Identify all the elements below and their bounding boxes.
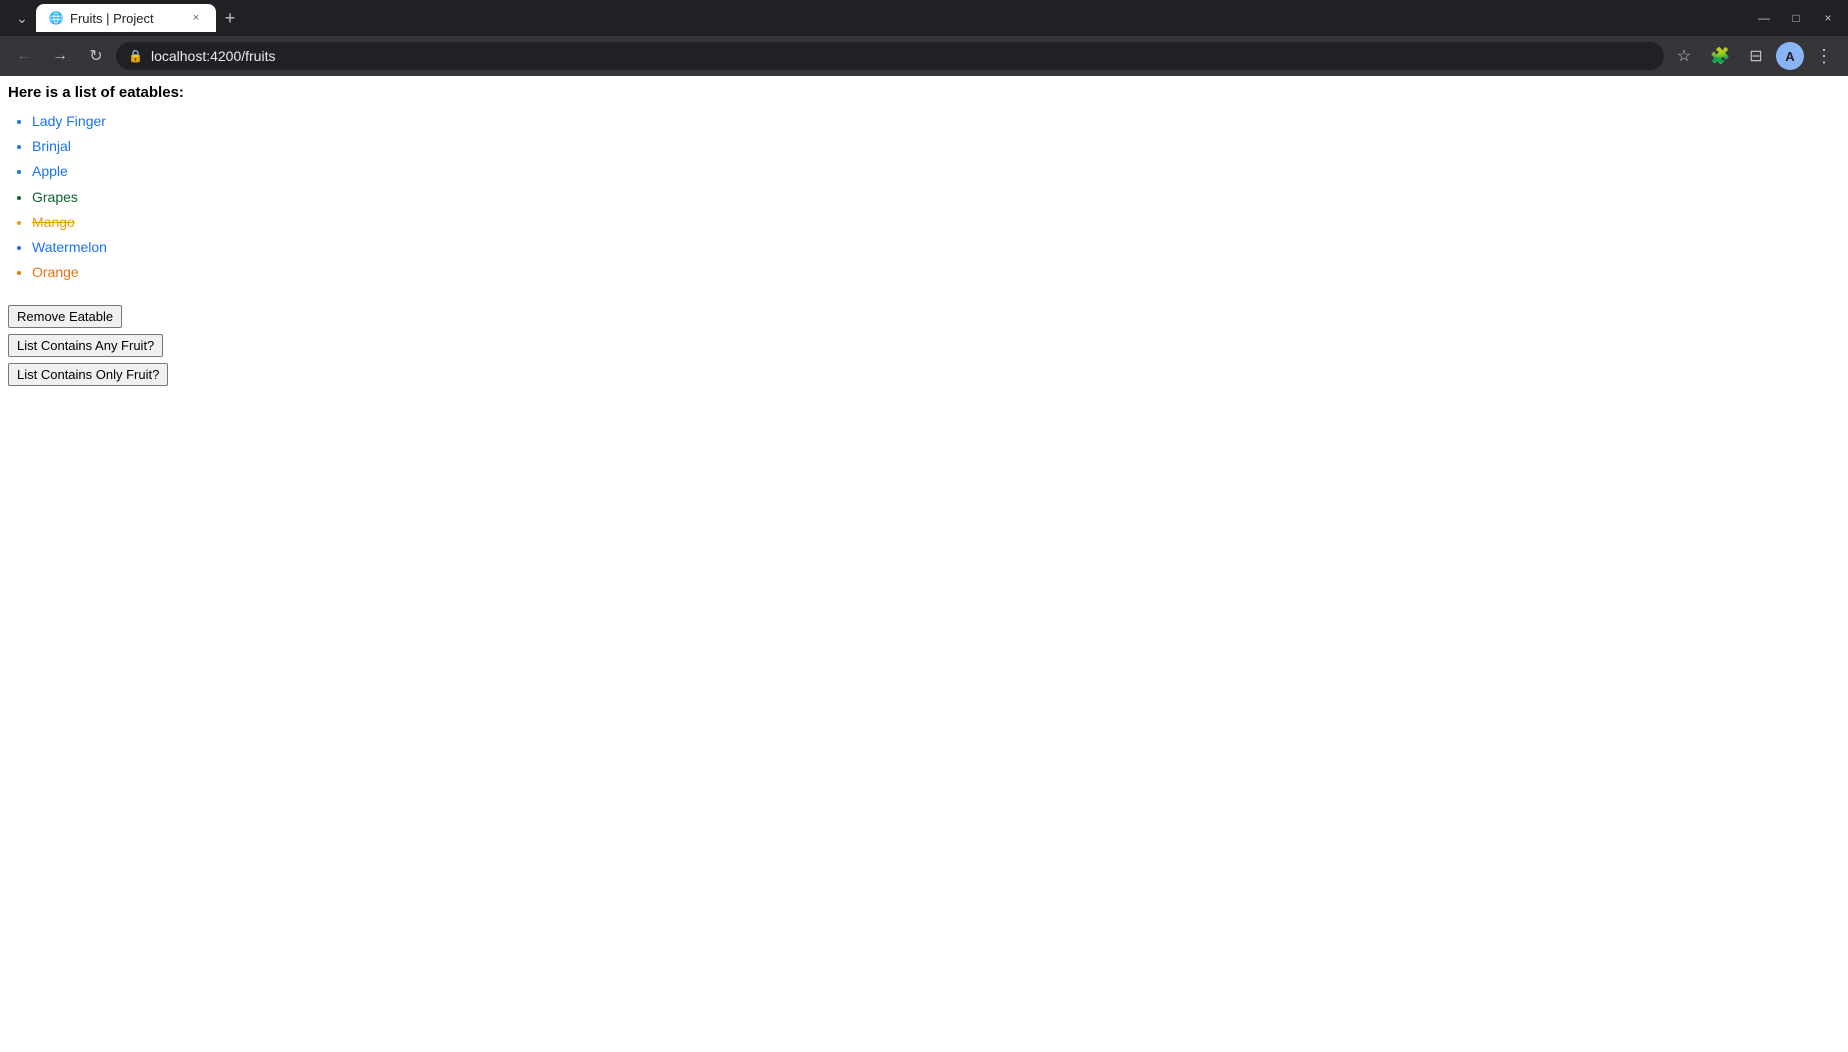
tab-bar-tabs: 🌐 Fruits | Project × + <box>36 4 1744 32</box>
button-section: Remove Eatable List Contains Any Fruit? … <box>8 305 1840 386</box>
extensions-button[interactable]: 🧩 <box>1704 40 1736 72</box>
sidebar-button[interactable]: ⊟ <box>1740 40 1772 72</box>
maximize-button[interactable]: □ <box>1784 6 1808 30</box>
menu-button[interactable]: ⋮ <box>1808 40 1840 72</box>
nav-bar-right: ☆ 🧩 ⊟ A ⋮ <box>1668 40 1840 72</box>
list-item: Brinjal <box>32 134 1840 159</box>
close-button[interactable]: × <box>1816 6 1840 30</box>
profile-initial: A <box>1785 49 1794 64</box>
browser-chrome: ⌄ 🌐 Fruits | Project × + — □ × ← → ↻ <box>0 0 1848 76</box>
url-text: localhost:4200/fruits <box>151 48 1652 64</box>
forward-icon: → <box>52 47 68 65</box>
list-item: Orange <box>32 260 1840 285</box>
minimize-button[interactable]: — <box>1752 6 1776 30</box>
new-tab-button[interactable]: + <box>216 4 244 32</box>
list-contains-only-fruit-button[interactable]: List Contains Only Fruit? <box>8 363 168 386</box>
item-name: Lady Finger <box>32 113 106 129</box>
tab-bar-right: — □ × <box>1744 6 1840 30</box>
list-item: Watermelon <box>32 235 1840 260</box>
tab-bar: ⌄ 🌐 Fruits | Project × + — □ × <box>0 0 1848 36</box>
item-name: Grapes <box>32 189 78 205</box>
tab-close-icon[interactable]: × <box>188 10 204 26</box>
nav-bar: ← → ↻ 🔒 localhost:4200/fruits ☆ 🧩 ⊟ A <box>0 36 1848 76</box>
list-contains-any-fruit-button[interactable]: List Contains Any Fruit? <box>8 334 163 357</box>
tab-title: Fruits | Project <box>70 11 182 26</box>
list-item: Apple <box>32 159 1840 184</box>
profile-button[interactable]: A <box>1776 42 1804 70</box>
eatables-list: Lady Finger Brinjal Apple Grapes Mango W… <box>8 109 1840 285</box>
back-button[interactable]: ← <box>8 40 40 72</box>
tab-favicon-icon: 🌐 <box>48 10 64 26</box>
sidebar-icon: ⊟ <box>1749 46 1762 66</box>
list-item: Lady Finger <box>32 109 1840 134</box>
bookmark-icon: ☆ <box>1677 46 1691 66</box>
reload-button[interactable]: ↻ <box>80 40 112 72</box>
extensions-icon: 🧩 <box>1710 46 1730 66</box>
reload-icon: ↻ <box>89 46 102 66</box>
back-icon: ← <box>16 47 32 65</box>
item-name: Brinjal <box>32 138 71 154</box>
remove-eatable-button[interactable]: Remove Eatable <box>8 305 122 328</box>
address-bar[interactable]: 🔒 localhost:4200/fruits <box>116 42 1664 70</box>
forward-button[interactable]: → <box>44 40 76 72</box>
tab-list-button[interactable]: ⌄ <box>8 4 36 32</box>
active-tab[interactable]: 🌐 Fruits | Project × <box>36 4 216 32</box>
list-item: Mango <box>32 210 1840 235</box>
page-heading: Here is a list of eatables: <box>8 84 1840 101</box>
item-name: Mango <box>32 214 75 230</box>
page-content: Here is a list of eatables: Lady Finger … <box>0 76 1848 394</box>
list-item: Grapes <box>32 185 1840 210</box>
menu-icon: ⋮ <box>1815 46 1833 67</box>
lock-icon: 🔒 <box>128 49 143 63</box>
item-name: Watermelon <box>32 239 107 255</box>
chevron-down-icon: ⌄ <box>16 10 28 27</box>
item-name: Orange <box>32 264 79 280</box>
item-name: Apple <box>32 163 68 179</box>
bookmark-button[interactable]: ☆ <box>1668 40 1700 72</box>
window-controls: — □ × <box>1752 6 1840 30</box>
